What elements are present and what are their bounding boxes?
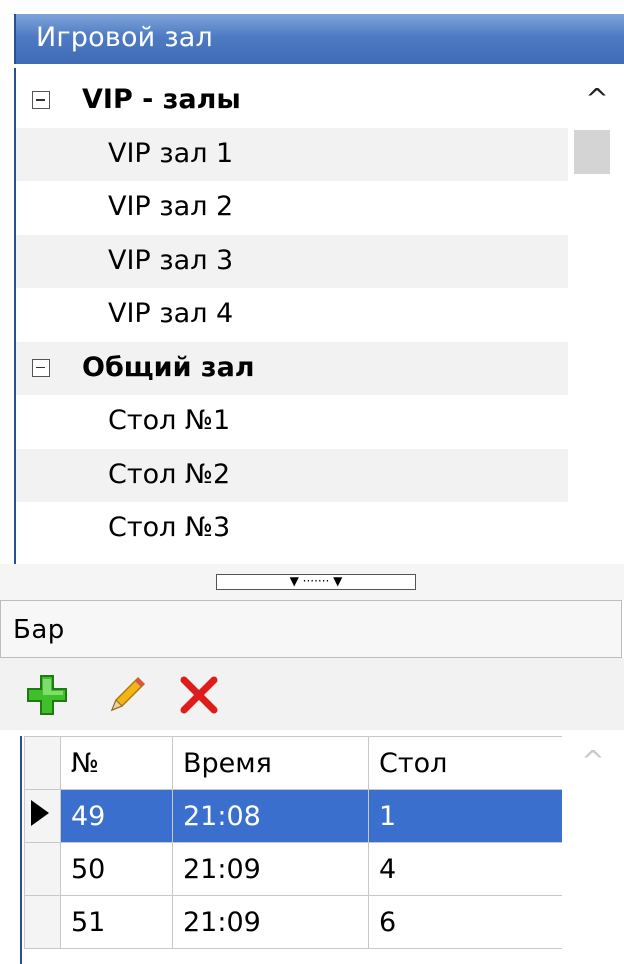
title-bar: Игровой зал bbox=[0, 0, 624, 68]
tree-group-label: VIP - залы bbox=[82, 84, 241, 115]
tree-item-table-1[interactable]: Стол №1 bbox=[16, 395, 568, 449]
table-row[interactable]: 50 21:09 4 bbox=[24, 842, 563, 896]
hall-tree: VIP - залы VIP зал 1 VIP зал 2 VIP зал 3… bbox=[14, 68, 624, 564]
collapse-icon[interactable] bbox=[32, 358, 50, 377]
tree-item-table-3[interactable]: Стол №3 bbox=[16, 502, 568, 556]
tree-item-vip-2[interactable]: VIP зал 2 bbox=[16, 181, 568, 235]
tree-item-vip-1[interactable]: VIP зал 1 bbox=[16, 127, 568, 181]
row-indicator-header bbox=[24, 736, 61, 790]
tree-rows: VIP - залы VIP зал 1 VIP зал 2 VIP зал 3… bbox=[16, 74, 568, 556]
column-header-num[interactable]: № bbox=[60, 736, 173, 790]
tree-group-common[interactable]: Общий зал bbox=[16, 341, 568, 395]
plus-icon[interactable] bbox=[24, 672, 70, 718]
tree-item-label: Стол №3 bbox=[108, 512, 231, 543]
grid-scrollbar[interactable]: ^ bbox=[562, 736, 624, 964]
tree-item-vip-3[interactable]: VIP зал 3 bbox=[16, 234, 568, 288]
tree-item-label: Стол №1 bbox=[108, 405, 231, 436]
orders-table: № Время Стол 49 21:08 1 50 21:09 4 51 21… bbox=[24, 736, 563, 949]
game-hall-panel: Игровой зал VIP - залы VIP зал 1 VIP зал… bbox=[0, 0, 624, 964]
tree-item-label: Стол №2 bbox=[108, 458, 231, 490]
table-row[interactable]: 49 21:08 1 bbox=[24, 789, 563, 843]
cell-time[interactable]: 21:08 bbox=[172, 789, 369, 843]
tree-group-vip[interactable]: VIP - залы bbox=[16, 74, 568, 128]
tree-item-label: VIP зал 3 bbox=[108, 244, 234, 276]
cell-num[interactable]: 51 bbox=[60, 895, 173, 949]
tree-item-label: VIP зал 1 bbox=[108, 137, 234, 169]
column-header-table[interactable]: Стол bbox=[368, 736, 563, 790]
panel-splitter[interactable]: ▼ ······· ▼ bbox=[0, 564, 624, 600]
pencil-icon[interactable] bbox=[104, 672, 150, 718]
tree-scrollbar[interactable]: ^ bbox=[568, 68, 624, 564]
cell-num[interactable]: 50 bbox=[60, 842, 173, 896]
x-icon[interactable] bbox=[176, 672, 222, 718]
grid-left-border bbox=[20, 736, 22, 964]
splitter-grip-icon[interactable]: ▼ ······· ▼ bbox=[216, 574, 416, 590]
column-header-time[interactable]: Время bbox=[172, 736, 369, 790]
row-pointer-icon bbox=[31, 799, 49, 826]
tree-item-label: VIP зал 4 bbox=[108, 298, 234, 329]
row-indicator bbox=[24, 895, 61, 949]
table-header-row: № Время Стол bbox=[24, 736, 563, 790]
cell-time[interactable]: 21:09 bbox=[172, 895, 369, 949]
title-bar-band: Игровой зал bbox=[14, 14, 624, 64]
cell-table[interactable]: 4 bbox=[368, 842, 563, 896]
collapse-icon[interactable] bbox=[32, 91, 50, 109]
bar-toolbar bbox=[0, 658, 624, 730]
scroll-up-icon[interactable]: ^ bbox=[562, 744, 624, 777]
row-indicator bbox=[24, 789, 61, 843]
bar-section-title: Бар bbox=[13, 615, 65, 645]
cell-table[interactable]: 1 bbox=[368, 789, 563, 843]
cell-num[interactable]: 49 bbox=[60, 789, 173, 843]
tree-item-label: VIP зал 2 bbox=[108, 191, 234, 222]
cell-time[interactable]: 21:09 bbox=[172, 842, 369, 896]
cell-table[interactable]: 6 bbox=[368, 895, 563, 949]
window-title: Игровой зал bbox=[36, 22, 213, 53]
table-row[interactable]: 51 21:09 6 bbox=[24, 895, 563, 949]
scroll-thumb[interactable] bbox=[574, 130, 610, 174]
tree-item-vip-4[interactable]: VIP зал 4 bbox=[16, 288, 568, 342]
bar-section-header: Бар bbox=[0, 600, 622, 658]
orders-grid: № Время Стол 49 21:08 1 50 21:09 4 51 21… bbox=[24, 736, 624, 964]
row-indicator bbox=[24, 842, 61, 896]
tree-group-label: Общий зал bbox=[82, 351, 255, 383]
scroll-up-icon[interactable]: ^ bbox=[568, 74, 624, 124]
tree-item-table-2[interactable]: Стол №2 bbox=[16, 448, 568, 502]
